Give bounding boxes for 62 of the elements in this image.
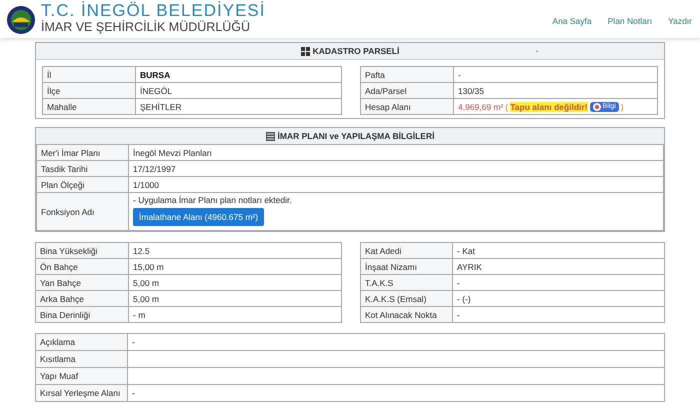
field-label: Plan Ölçeği [36, 176, 128, 192]
field-value: - (-) [452, 290, 664, 306]
field-label: Açıklama [36, 334, 128, 350]
list-icon [266, 132, 275, 140]
field-label: İlçe [42, 82, 136, 98]
municipality-title: T.C. İNEGÖL BELEDİYESİ [41, 2, 266, 20]
field-value: 12.5 [128, 242, 342, 258]
field-label: Ada/Parsel [360, 82, 454, 98]
field-value: 17/12/1997 [128, 160, 664, 176]
field-label: Pafta [360, 66, 454, 82]
field-label: Kot Alınacak Nokta [360, 306, 452, 322]
info-icon [592, 102, 601, 110]
nav-link[interactable]: Ana Sayfa [552, 16, 592, 26]
emblem-logo [6, 5, 36, 35]
panel-title: KADASTRO PARSELİ [312, 46, 400, 56]
field-value: - [454, 66, 658, 82]
field-label: Tasdik Tarihi [36, 160, 128, 176]
area-value: 4.969,69 m² [458, 102, 504, 112]
field-label: Kısıtlama [36, 350, 128, 368]
field-value: 130/35 [454, 82, 658, 98]
field-value: - Uygulama İmar Planı plan notları ektedir. [133, 195, 292, 205]
field-label: İnşaat Nizamı [360, 258, 452, 274]
function-button[interactable]: İmalathane Alanı (4960.675 m²) [133, 208, 264, 226]
field-value: - [128, 334, 664, 350]
field-value: 1/1000 [128, 176, 664, 192]
field-value: 15,00 m [128, 258, 342, 274]
field-label: Bina Yüksekliği [36, 242, 128, 258]
directorate-title: İMAR VE ŞEHİRCİLİK MÜDÜRLÜĞÜ [41, 20, 252, 34]
field-label: Kat Adedi [360, 242, 452, 258]
field-label: Mer'i İmar Planı [36, 144, 128, 160]
field-value: ŞEHİTLER [136, 98, 342, 114]
warning-text: Tapu alanı değildir! [510, 102, 588, 112]
field-label: Arka Bahçe [36, 290, 128, 306]
field-value: BURSA [136, 66, 342, 82]
field-label: Yan Bahçe [36, 274, 128, 290]
field-label: Mahalle [42, 98, 136, 114]
field-label: T.A.K.S [360, 274, 452, 290]
field-value: İNEGÖL [136, 82, 342, 98]
field-value: - m [128, 306, 342, 322]
bracket: ( [505, 102, 508, 112]
field-label: Kırsal Yerleşme Alanı [36, 384, 128, 402]
field-label: Yapı Muaf [36, 368, 128, 384]
field-label: Fonksiyon Adı [36, 192, 128, 230]
field-value: - [452, 306, 664, 322]
grid-icon [300, 46, 310, 56]
field-label: İl [42, 66, 136, 82]
bracket: ) [620, 102, 624, 112]
field-value: 5,00 m [128, 290, 342, 306]
field-label: Hesap Alanı [360, 98, 454, 114]
field-value: - Kat [452, 242, 664, 258]
nav-link[interactable]: Yazdır [668, 16, 692, 26]
panel-title: İMAR PLANI ve YAPILAŞMA BİLGİLERİ [278, 131, 434, 141]
field-value: - [128, 384, 664, 402]
field-label: K.A.K.S (Emsal) [360, 290, 452, 306]
nav-link[interactable]: Plan Notları [608, 16, 652, 26]
field-label: Ön Bahçe [36, 258, 128, 274]
header-dot: . [536, 44, 538, 54]
field-label: Bina Derinliği [36, 306, 128, 322]
field-value: 5,00 m [128, 274, 342, 290]
field-value: İnegöl Mevzi Planları [128, 144, 664, 160]
field-value: AYRIK [452, 258, 664, 274]
field-value: - [452, 274, 664, 290]
